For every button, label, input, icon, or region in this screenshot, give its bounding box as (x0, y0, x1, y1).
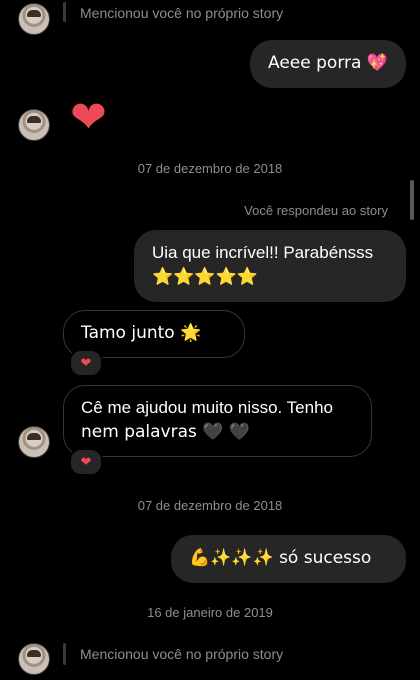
date-separator: 07 de dezembro de 2018 (137, 161, 283, 176)
mention-divider (63, 2, 66, 22)
message-text: nem palavras 🖤 🖤 (81, 422, 251, 442)
message-text: 💪✨✨✨ só sucesso (189, 548, 372, 568)
outgoing-message[interactable]: 💪✨✨✨ só sucesso (171, 535, 406, 583)
heart-icon[interactable]: ❤ (70, 96, 107, 140)
date-separator: 16 de janeiro de 2019 (147, 605, 273, 620)
story-mention-text: Mencionou você no próprio story (80, 5, 284, 21)
incoming-message[interactable]: Cê me ajudou muito nisso. Tenho nem pala… (63, 385, 372, 457)
heart-reaction-badge[interactable]: ❤ (69, 349, 103, 377)
avatar[interactable] (18, 643, 50, 675)
message-text: Uia que incrível!! Parabénsss (152, 243, 374, 262)
story-reply-label: Você respondeu ao story (244, 203, 388, 218)
heart-reaction-badge[interactable]: ❤ (69, 448, 103, 476)
avatar[interactable] (18, 426, 50, 458)
avatar[interactable] (18, 3, 50, 35)
scrollbar[interactable] (410, 180, 414, 220)
mention-divider (63, 643, 66, 665)
message-text: Cê me ajudou muito nisso. Tenho (81, 398, 334, 417)
stars-emoji: ⭐⭐⭐⭐⭐ (152, 267, 258, 287)
message-text: Aeee porra 💖 (268, 53, 388, 73)
avatar[interactable] (18, 109, 50, 141)
story-mention-text: Mencionou você no próprio story (80, 646, 284, 662)
date-separator: 07 de dezembro de 2018 (137, 498, 283, 513)
outgoing-message[interactable]: Aeee porra 💖 (250, 40, 406, 88)
outgoing-message[interactable]: Uia que incrível!! Parabénsss ⭐⭐⭐⭐⭐ (134, 230, 406, 302)
